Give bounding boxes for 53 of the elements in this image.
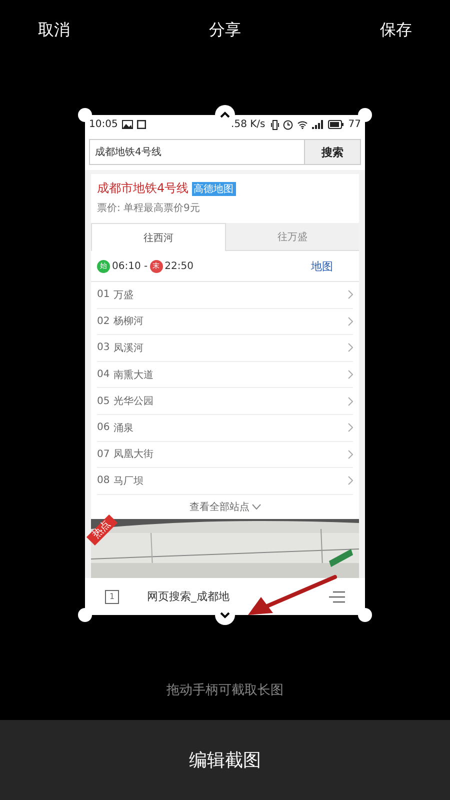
chevron-down-icon [252, 504, 260, 510]
share-title: 分享 [209, 20, 241, 40]
battery-level-text: 77 [348, 119, 361, 130]
station-number: 07 [97, 448, 110, 460]
line-title: 成都市地铁4号线 [97, 180, 189, 197]
station-name[interactable]: 万盛 [114, 288, 134, 302]
station-name[interactable]: 凤凰大街 [114, 447, 154, 462]
search-button[interactable]: 搜索 [305, 139, 361, 165]
station-number: 01 [97, 289, 110, 300]
station-name[interactable]: 光华公园 [114, 394, 154, 408]
menu-icon [329, 590, 345, 602]
first-train-time: 06:10 - [112, 260, 148, 272]
station-number: 02 [97, 316, 110, 327]
station-number: 03 [97, 342, 110, 354]
station-name[interactable]: 涌泉 [114, 420, 134, 435]
vibrate-icon [271, 120, 280, 130]
chevron-right-icon [348, 343, 353, 352]
page-title: 网页搜索_成都地 [147, 589, 230, 604]
chevron-right-icon [348, 316, 353, 326]
station-name[interactable]: 凤溪河 [114, 340, 144, 355]
save-button[interactable]: 保存 [380, 20, 412, 40]
show-all-stations-link[interactable]: 查看全部站点 [190, 500, 250, 514]
alarm-icon [283, 120, 294, 130]
chevron-right-icon [348, 370, 353, 380]
map-source-tag: 高德地图 [192, 182, 236, 196]
direction-tab[interactable]: 往万盛 [226, 223, 359, 251]
tab-count[interactable]: 1 [105, 590, 119, 604]
last-train-time: 22:50 [164, 260, 194, 272]
fare-text: 票价: 单程最高票价9元 [96, 202, 201, 216]
chevron-right-icon [348, 290, 353, 300]
wifi-icon [297, 120, 308, 129]
station-number: 05 [97, 396, 110, 407]
station-name[interactable]: 杨柳河 [114, 314, 144, 328]
chevron-right-icon [348, 423, 353, 432]
edit-screenshot-button[interactable]: 编辑截图 [183, 747, 267, 773]
chevron-right-icon [348, 450, 353, 459]
station-number: 04 [97, 369, 110, 380]
image-icon [122, 120, 133, 129]
station-number: 08 [97, 475, 110, 486]
chevron-right-icon [348, 396, 353, 406]
station-name[interactable]: 马厂坝 [114, 474, 144, 488]
battery-icon [328, 120, 344, 129]
station-name[interactable]: 南熏大道 [114, 368, 154, 382]
map-link[interactable]: 地图 [311, 258, 333, 274]
cancel-button[interactable]: 取消 [38, 20, 70, 40]
network-speed-text: .58 K/s [231, 119, 266, 130]
signal-icon [312, 120, 324, 129]
clock-text: 10:05 [89, 119, 118, 130]
chevron-right-icon [348, 476, 353, 486]
search-field[interactable]: 成都地铁4号线 [89, 139, 305, 165]
direction-tab[interactable]: 往西河 [91, 223, 226, 251]
station-number: 06 [97, 422, 110, 434]
hint-text: 拖动手柄可截取长图 [166, 682, 284, 699]
